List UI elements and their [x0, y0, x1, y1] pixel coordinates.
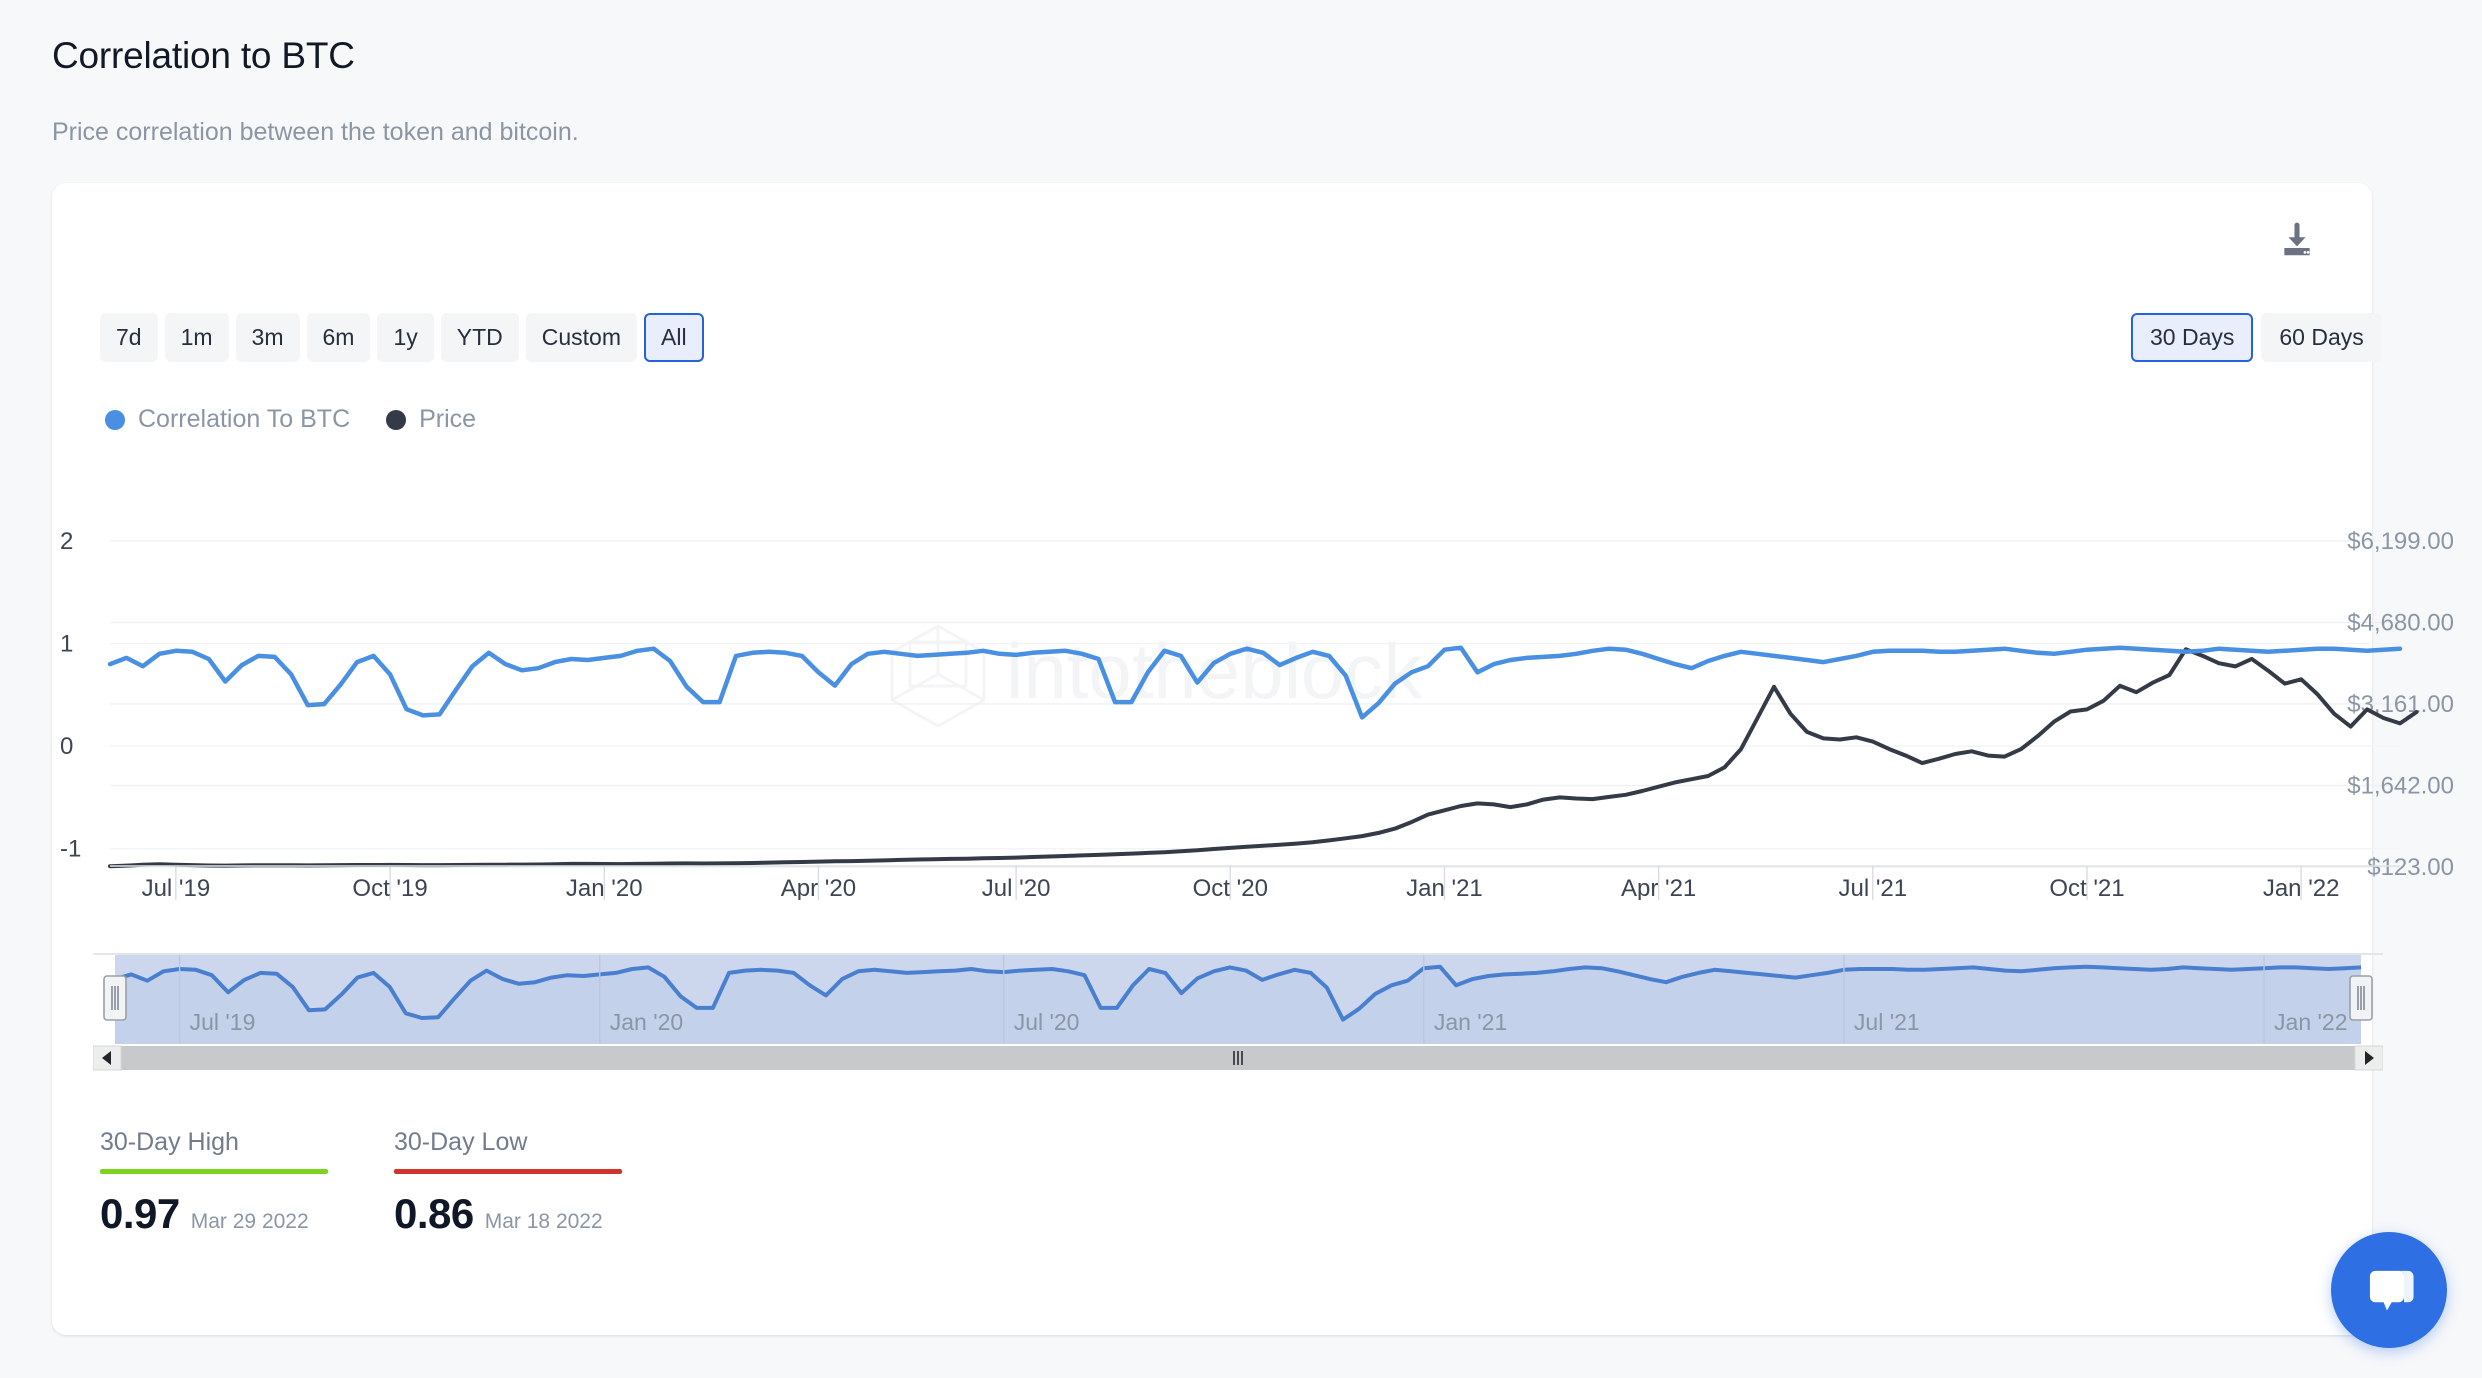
range-button-7d[interactable]: 7d: [100, 313, 158, 362]
svg-text:Jul '21: Jul '21: [1854, 1009, 1920, 1035]
svg-text:1: 1: [60, 631, 73, 658]
stat-underline: [394, 1169, 622, 1174]
stat-value-row: 0.86 Mar 18 2022: [394, 1190, 654, 1238]
svg-text:$123.00: $123.00: [2367, 854, 2454, 881]
svg-text:Jan '22: Jan '22: [2263, 875, 2340, 900]
range-button-group: 7d 1m 3m 6m 1y YTD Custom All: [100, 313, 704, 362]
range-button-all[interactable]: All: [644, 313, 704, 362]
svg-text:Jul '21: Jul '21: [1838, 875, 1907, 900]
range-button-3m[interactable]: 3m: [235, 313, 300, 362]
chart-navigator[interactable]: Jul '19 Jan '20 Jul '20 Jan '21 Jul '21 Jan '…: [92, 952, 2384, 1072]
svg-text:Jan '20: Jan '20: [610, 1009, 683, 1035]
svg-text:Oct '20: Oct '20: [1193, 875, 1268, 900]
window-toggle-group: 30 Days 60 Days: [2131, 313, 2382, 362]
svg-text:Jul '20: Jul '20: [1014, 1009, 1080, 1035]
svg-text:$1,642.00: $1,642.00: [2347, 773, 2454, 800]
legend-color-dot: [386, 409, 407, 430]
svg-text:Apr '21: Apr '21: [1621, 875, 1696, 900]
svg-text:-1: -1: [60, 836, 81, 863]
svg-text:Jan '21: Jan '21: [1406, 875, 1483, 900]
stat-value: 0.86: [394, 1190, 474, 1237]
legend-item-correlation[interactable]: Correlation To BTC: [105, 405, 350, 434]
svg-text:$4,680.00: $4,680.00: [2347, 609, 2454, 636]
svg-text:Oct '19: Oct '19: [352, 875, 427, 900]
chart-legend: Correlation To BTC Price: [105, 405, 476, 434]
chat-bubble-icon[interactable]: [2331, 1232, 2447, 1348]
svg-text:Jul '20: Jul '20: [982, 875, 1051, 900]
svg-text:Jul '19: Jul '19: [142, 875, 211, 900]
range-button-1y[interactable]: 1y: [377, 313, 434, 362]
svg-text:2: 2: [60, 528, 73, 555]
svg-text:Jan '22: Jan '22: [2274, 1009, 2347, 1035]
stat-value-row: 0.97 Mar 29 2022: [100, 1190, 360, 1238]
stat-label: 30-Day Low: [394, 1128, 528, 1156]
legend-item-price[interactable]: Price: [386, 405, 476, 434]
stat-value: 0.97: [100, 1190, 180, 1237]
stat-label: 30-Day High: [100, 1128, 239, 1156]
svg-text:Apr '20: Apr '20: [781, 875, 856, 900]
svg-text:0: 0: [60, 733, 73, 760]
svg-text:$6,199.00: $6,199.00: [2347, 528, 2454, 555]
correlation-page: Correlation to BTC Price correlation bet…: [0, 0, 2482, 1378]
svg-text:Jul '19: Jul '19: [190, 1009, 256, 1035]
page-subtitle: Price correlation between the token and …: [52, 118, 579, 146]
stats-row: 30-Day High 0.97 Mar 29 2022 30-Day Low …: [100, 1128, 654, 1238]
main-chart-plot[interactable]: 2 1 0 -1 $6,199.00 $4,680.00 $3,161.00 $1,642.0…: [52, 500, 2472, 902]
svg-text:Jan '20: Jan '20: [566, 875, 643, 900]
legend-color-dot: [105, 409, 125, 430]
download-icon[interactable]: [2278, 222, 2316, 260]
svg-text:Oct '21: Oct '21: [2049, 875, 2124, 900]
svg-text:Jan '21: Jan '21: [1434, 1009, 1507, 1035]
stat-underline: [100, 1169, 328, 1174]
range-button-1m[interactable]: 1m: [164, 313, 229, 362]
stat-date: Mar 29 2022: [190, 1210, 309, 1233]
stat-30-day-high: 30-Day High 0.97 Mar 29 2022: [100, 1128, 360, 1238]
range-button-6m[interactable]: 6m: [306, 313, 371, 362]
window-button-60-days[interactable]: 60 Days: [2261, 313, 2382, 362]
legend-label-price: Price: [419, 405, 477, 433]
page-title: Correlation to BTC: [52, 35, 355, 76]
range-button-ytd[interactable]: YTD: [440, 313, 519, 362]
range-button-custom[interactable]: Custom: [525, 313, 637, 362]
stat-30-day-low: 30-Day Low 0.86 Mar 18 2022: [394, 1128, 654, 1238]
window-button-30-days[interactable]: 30 Days: [2131, 313, 2254, 362]
legend-label-correlation: Correlation To BTC: [138, 405, 351, 433]
stat-date: Mar 18 2022: [484, 1210, 603, 1233]
